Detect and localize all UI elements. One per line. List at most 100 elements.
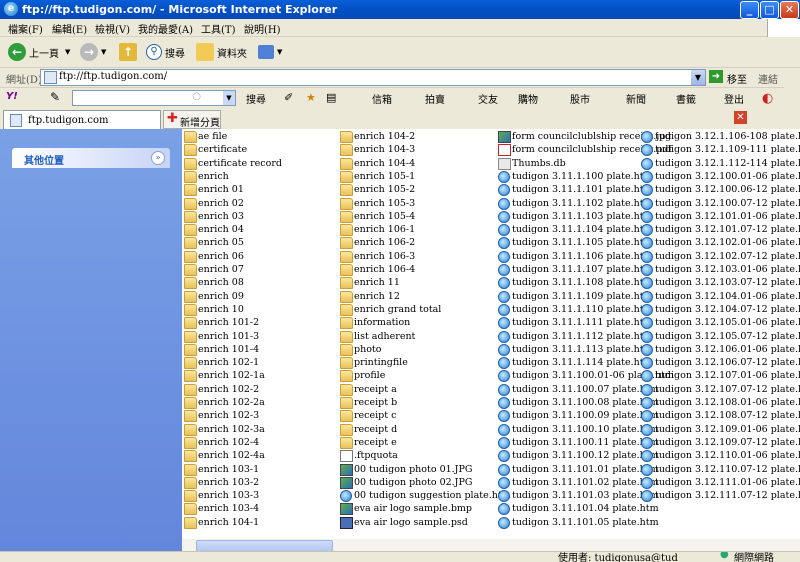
chevron-down-icon[interactable]: » — [151, 151, 165, 165]
plus-icon: ✚ — [167, 111, 178, 126]
file-name: tudigon 3.12.111.07-12 plate.htm — [655, 490, 800, 502]
file-name: 00 tudigon photo 02.JPG — [354, 476, 473, 488]
yahoo-search-button[interactable]: 搜尋 — [246, 91, 266, 106]
menu-tools[interactable]: 工具(T) — [201, 21, 235, 36]
menu-help[interactable]: 說明(H) — [244, 21, 281, 36]
file-name: receipt a — [354, 383, 397, 395]
other-places-header[interactable]: 其他位置 » — [12, 148, 170, 168]
address-input[interactable]: ftp://ftp.tudigon.com/ ▼ — [40, 69, 706, 86]
back-button[interactable]: ← 上一頁 ▼ — [8, 42, 70, 62]
page-icon — [10, 114, 22, 127]
folder-icon — [340, 264, 353, 276]
views-button[interactable]: ▼ — [258, 42, 282, 62]
file-name: eva air logo sample.bmp — [354, 503, 472, 515]
file-name: tudigon 3.11.1.101 plate.htm — [512, 184, 653, 196]
yahoo-logout-button[interactable]: 登出 — [724, 91, 744, 106]
folders-button[interactable]: 資料夾 — [196, 42, 247, 62]
search-icon: ○ — [192, 91, 201, 102]
menu-view[interactable]: 檢視(V) — [95, 21, 130, 36]
menu-edit[interactable]: 編輯(E) — [52, 21, 87, 36]
tab-ftp-tudigon[interactable]: ftp.tudigon.com — [3, 110, 161, 129]
menu-file[interactable]: 檔案(F) — [8, 21, 43, 36]
search-button[interactable]: ⚲ 搜尋 — [146, 42, 185, 62]
html-file-icon — [641, 357, 653, 370]
standard-toolbar: ← 上一頁 ▼ → ▼ ↑ ⚲ 搜尋 資料夾 ▼ — [0, 37, 800, 68]
file-name: tudigon 3.12.109.01-06 plate.htm — [655, 423, 800, 435]
folder-icon — [340, 237, 353, 250]
other-places-label: 其他位置 — [24, 156, 64, 167]
yahoo-logo-icon[interactable]: Y! — [6, 91, 32, 106]
file-name: tudigon 3.12.102.07-12 plate.htm — [655, 250, 800, 262]
html-file-icon — [498, 410, 510, 423]
maximize-button[interactable]: □ — [760, 1, 779, 19]
html-file-icon — [498, 303, 510, 316]
file-name: enrich 04 — [198, 224, 244, 236]
file-name: list adherent — [354, 330, 416, 342]
file-name: tudigon 3.11.101.04 plate.htm — [512, 503, 659, 515]
back-label: 上一頁 — [29, 48, 59, 60]
file-name: enrich 10 — [198, 303, 244, 315]
up-folder-button[interactable]: ↑ — [119, 42, 140, 62]
close-button[interactable]: ✕ — [780, 1, 799, 19]
html-file-icon — [498, 317, 510, 330]
yahoo-auction-button[interactable]: 拍賣 — [425, 91, 445, 106]
yahoo-shopping-button[interactable]: 購物 — [518, 91, 538, 106]
file-name: tudigon 3.11.100.08 plate.htm — [512, 397, 659, 408]
highlight-icon[interactable]: ✐ — [284, 91, 293, 104]
file-name: tudigon 3.12.108.01-06 plate.htm — [655, 397, 800, 408]
folder-icon — [184, 277, 197, 290]
file-name: tudigon 3.12.1.109-111 plate.htm — [655, 144, 800, 156]
html-file-icon — [498, 330, 510, 343]
file-name: enrich 102-1a — [198, 370, 265, 382]
go-button[interactable]: 移至 — [727, 71, 747, 86]
address-value: ftp://ftp.tudigon.com/ — [59, 71, 168, 82]
file-name: enrich 11 — [354, 277, 400, 289]
forward-button[interactable]: → ▼ — [80, 42, 106, 62]
dropdown-arrow-icon: ▼ — [65, 48, 71, 56]
close-tab-icon[interactable]: ✕ — [734, 111, 747, 124]
file-name: enrich 102-3a — [198, 423, 265, 435]
address-dropdown-icon[interactable]: ▼ — [691, 70, 705, 85]
yahoo-bookmarks-button[interactable]: 書籤 — [676, 91, 696, 106]
yahoo-dating-button[interactable]: 交友 — [478, 91, 498, 106]
yahoo-mail-button[interactable]: 信箱 — [372, 91, 392, 106]
yahoo-stocks-button[interactable]: 股市 — [570, 91, 590, 106]
horizontal-scrollbar[interactable] — [182, 539, 800, 552]
yahoo-news-button[interactable]: 新聞 — [626, 91, 646, 106]
file-name: tudigon 3.11.1.106 plate.htm — [512, 250, 653, 262]
folder-icon — [184, 197, 197, 210]
folder-icon — [340, 370, 353, 383]
pencil-icon[interactable]: ✎ — [50, 90, 60, 104]
html-file-icon — [498, 436, 510, 449]
search-dropdown-icon[interactable]: ▼ — [223, 91, 235, 105]
page-tools-icon[interactable]: ▤ — [326, 91, 336, 104]
minimize-button[interactable]: _ — [740, 1, 759, 19]
bookmark-icon[interactable]: ★ — [306, 91, 316, 104]
folder-icon — [184, 264, 197, 276]
file-name: enrich 101-3 — [198, 330, 260, 342]
html-file-icon — [498, 450, 510, 463]
links-label[interactable]: 連結 — [758, 71, 778, 86]
file-name: enrich 106-1 — [354, 224, 416, 236]
menu-favorites[interactable]: 我的最愛(A) — [138, 21, 193, 36]
file-name: tudigon 3.12.105.01-06 plate.htm — [655, 317, 800, 329]
html-file-icon — [498, 503, 510, 516]
html-file-icon — [641, 264, 653, 276]
file-name: tudigon 3.12.105.07-12 plate.htm — [655, 330, 800, 342]
img-file-icon — [340, 476, 353, 489]
file-name: tudigon 3.12.107.07-12 plate.htm — [655, 383, 800, 395]
new-tab-button[interactable]: ✚ 新增分頁 — [163, 110, 221, 129]
img-file-icon — [498, 131, 511, 143]
yahoo-search-input[interactable]: ○ ▼ — [72, 90, 236, 106]
file-name: tudigon 3.11.100.09 plate.htm — [512, 410, 659, 422]
folder-icon — [184, 184, 197, 197]
html-file-icon — [498, 463, 510, 476]
go-arrow-icon[interactable]: ➜ — [709, 70, 723, 83]
folder-icon — [184, 516, 197, 529]
html-file-icon — [641, 343, 653, 356]
html-file-icon — [498, 423, 510, 436]
html-file-icon — [498, 250, 510, 263]
yahoo-extra-icon[interactable]: ◐ — [762, 91, 773, 106]
html-file-icon — [498, 397, 510, 409]
html-file-icon — [641, 197, 653, 210]
